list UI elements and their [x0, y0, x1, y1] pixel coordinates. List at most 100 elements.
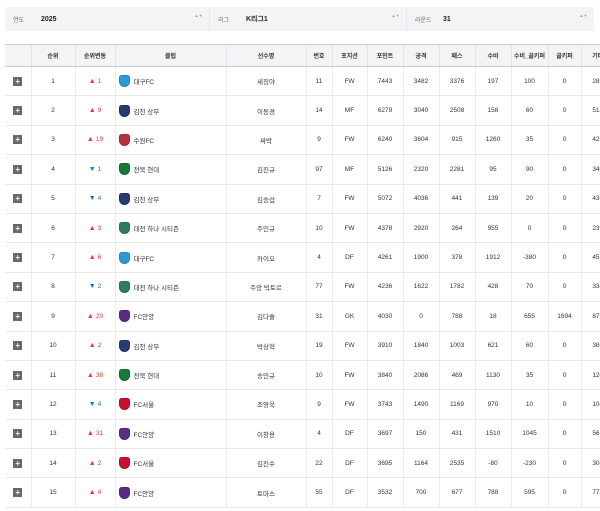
attack-cell: 3604 [402, 125, 439, 156]
club-cell: 전북 현대 [114, 360, 226, 391]
header-number[interactable]: 번호 [305, 44, 332, 67]
header-club[interactable]: 클럽 [114, 44, 226, 67]
expand-row-button[interactable]: + [13, 164, 23, 174]
club-name[interactable]: 대전 하나 시티즌 [134, 223, 179, 233]
header-etc[interactable]: 기타 [580, 44, 600, 67]
expand-row-button[interactable]: + [13, 253, 23, 263]
club-emblem-icon [118, 486, 130, 499]
expand-row-button[interactable]: + [13, 311, 23, 321]
triangle-up-icon: ▲ [86, 371, 94, 379]
rank-cell: 8 [30, 272, 75, 303]
expand-row-button[interactable]: + [13, 370, 23, 380]
number-cell: 31 [305, 301, 332, 332]
number-cell: 55 [305, 477, 332, 508]
league-filter[interactable]: 리그 K리그1 ▲▼ [210, 7, 407, 31]
def-gk-cell: 1045 [510, 419, 548, 450]
player-cell: 조영욱 [225, 389, 306, 420]
table-row: +14 ▲2 FC서울 김진수 22DF369511642535-80-2300306 [5, 448, 600, 479]
player-name[interactable]: 조영욱 [257, 402, 275, 409]
player-name[interactable]: 박상혁 [257, 344, 275, 351]
expand-row-button[interactable]: + [13, 194, 23, 204]
header-player[interactable]: 선수명 [225, 44, 306, 67]
player-name[interactable]: 카이오 [257, 256, 275, 263]
expand-row-button[interactable]: + [13, 458, 23, 468]
attack-cell: 4036 [402, 184, 439, 214]
player-name[interactable]: 주민규 [257, 226, 275, 233]
club-name[interactable]: FC안양 [134, 311, 155, 321]
gk-cell: 1694 [547, 301, 581, 332]
expand-row-button[interactable]: + [13, 488, 23, 498]
number-cell: 4 [305, 242, 332, 273]
header-pass[interactable]: 패스 [438, 44, 475, 67]
expand-row-button[interactable]: + [13, 76, 23, 86]
year-filter[interactable]: 연도 2025 ▲▼ [5, 7, 210, 31]
player-name[interactable]: 송민규 [257, 373, 275, 380]
club-name[interactable]: 전북 현대 [134, 164, 160, 174]
player-name[interactable]: 주앙 빅토르 [250, 285, 282, 292]
club-name[interactable]: FC안양 [134, 488, 155, 498]
player-cell: 카이오 [225, 242, 306, 273]
position-cell: DF [331, 242, 367, 273]
header-rank[interactable]: 순위 [30, 44, 75, 67]
filter-bar: 연도 2025 ▲▼ 리그 K리그1 ▲▼ 라운드 31 ▲▼ [5, 7, 594, 31]
pass-cell: 441 [438, 184, 475, 214]
club-name[interactable]: 수원FC [134, 135, 155, 145]
player-name[interactable]: 김진규 [257, 167, 275, 174]
player-name[interactable]: 김다솔 [257, 314, 275, 321]
player-name[interactable]: 싸박 [260, 138, 272, 145]
club-name[interactable]: 대전 하나 시티즌 [134, 282, 179, 292]
position-cell: FW [331, 360, 367, 391]
club-name[interactable]: 김천 상무 [134, 106, 160, 116]
select-arrows-icon: ▲▼ [579, 13, 588, 18]
expand-cell: + [5, 389, 31, 420]
club-name[interactable]: FC안양 [134, 429, 155, 439]
expand-cell: + [5, 477, 31, 508]
points-cell: 3910 [366, 331, 403, 361]
club-name[interactable]: 김천 상무 [134, 194, 160, 204]
points-cell: 3695 [366, 448, 403, 479]
def-gk-cell: 35 [510, 125, 548, 156]
expand-row-button[interactable]: + [13, 429, 23, 439]
club-name[interactable]: 대구FC [134, 76, 155, 86]
expand-row-button[interactable]: + [13, 341, 23, 351]
table-row: +4 ▼1 전북 현대 김진규 97MF51262320228195900340 [5, 154, 600, 185]
expand-row-button[interactable]: + [13, 282, 23, 292]
header-gk[interactable]: 골키퍼 [547, 44, 581, 67]
expand-row-button[interactable]: + [13, 135, 23, 145]
round-filter[interactable]: 라운드 31 ▲▼ [407, 7, 594, 31]
header-def-gk[interactable]: 수비_골키퍼 [510, 44, 548, 67]
club-name[interactable]: FC서울 [134, 399, 155, 409]
number-cell: 77 [305, 272, 332, 303]
club-name[interactable]: 대구FC [134, 253, 155, 263]
player-name[interactable]: 세징야 [257, 79, 275, 86]
header-attack[interactable]: 공격 [402, 44, 439, 67]
number-cell: 19 [305, 331, 332, 361]
player-name[interactable]: 토마스 [257, 491, 275, 498]
position-cell: FW [331, 331, 367, 361]
header-rank-change[interactable]: 순위변동 [74, 44, 115, 67]
etc-cell: 772 [580, 477, 600, 508]
club-emblem-icon [118, 192, 130, 205]
club-name[interactable]: 김천 상무 [134, 341, 160, 351]
club-name[interactable]: 전북 현대 [134, 370, 160, 380]
rank-change: ▼ 1 [89, 166, 102, 173]
header-points[interactable]: 포인트 [366, 44, 403, 67]
club-name[interactable]: FC서울 [134, 458, 155, 468]
player-name[interactable]: 이동경 [257, 109, 275, 116]
position-cell: FW [331, 272, 367, 303]
player-name[interactable]: 김승섭 [257, 197, 275, 204]
expand-row-button[interactable]: + [13, 106, 23, 116]
gk-cell: 0 [547, 389, 581, 420]
header-defense[interactable]: 수비 [474, 44, 511, 67]
player-name[interactable]: 이창용 [257, 432, 275, 439]
rank-change-cell: ▲ 4 [74, 477, 115, 508]
expand-row-button[interactable]: + [13, 223, 23, 233]
club-cell: FC서울 [114, 448, 226, 479]
player-name[interactable]: 김진수 [257, 461, 275, 468]
expand-row-button[interactable]: + [13, 399, 23, 409]
header-position[interactable]: 포지션 [331, 44, 367, 67]
number-cell: 10 [305, 213, 332, 244]
rank-change-cell: ▲ 2 [74, 331, 115, 361]
number-cell: 22 [305, 448, 332, 479]
rank-change-value: 31 [95, 430, 104, 438]
